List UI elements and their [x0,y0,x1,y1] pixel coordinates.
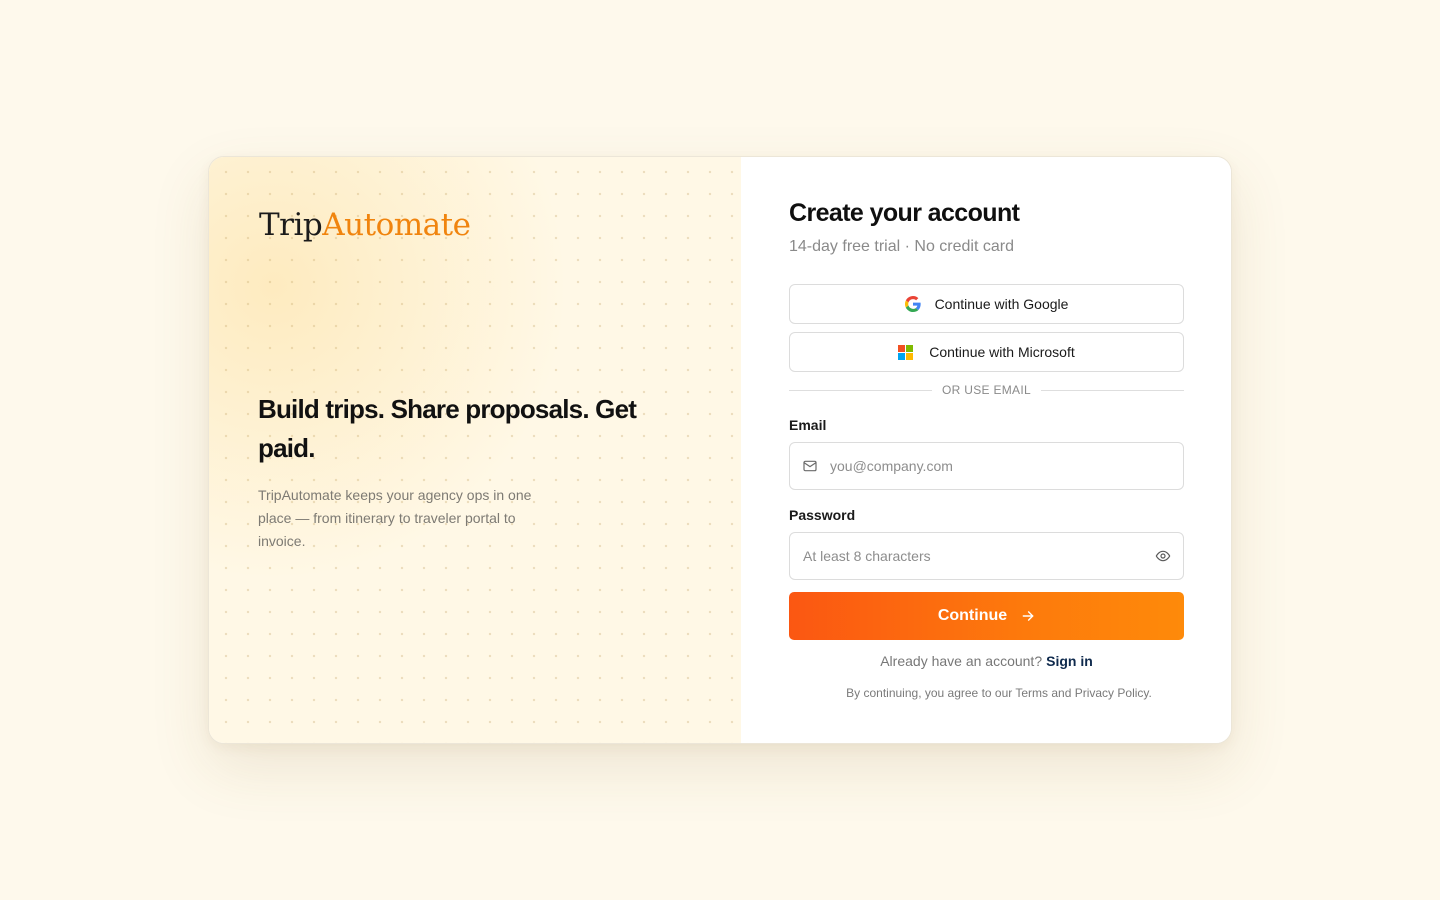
brand-name-trip: Trip [259,207,323,243]
password-field-container [789,532,1184,580]
legal-notice: By continuing, you agree to our Terms an… [846,686,1152,700]
email-label: Email [789,417,827,433]
arrow-right-icon [1021,609,1035,623]
email-field-container [789,442,1184,490]
divider-text: OR USE EMAIL [942,383,1031,397]
form-title: Create your account [789,199,1020,227]
form-subtitle: 14-day free trial · No credit card [789,238,1014,255]
continue-with-microsoft-button[interactable]: Continue with Microsoft [789,332,1184,372]
google-button-label: Continue with Google [934,296,1069,312]
signup-card: TripAutomate Build trips. Share proposal… [208,156,1232,744]
divider-line-right [1040,389,1184,391]
continue-button-label: Continue [937,607,1008,624]
password-field[interactable] [790,533,1155,579]
google-icon [904,296,921,312]
divider-line-left [789,389,933,391]
brand-logo: TripAutomate [259,207,471,243]
microsoft-button-label: Continue with Microsoft [929,344,1075,360]
eye-icon[interactable] [1155,548,1171,564]
microsoft-icon [898,344,914,360]
signin-row: Already have an account? Sign in [789,653,1184,669]
or-divider: OR USE EMAIL [789,383,1184,397]
hero-headline: Build trips. Share proposals. Get paid. [258,394,637,463]
password-label: Password [789,507,856,523]
email-field[interactable] [830,443,1183,489]
hero-panel: TripAutomate Build trips. Share proposal… [209,157,741,743]
continue-button[interactable]: Continue [789,592,1184,640]
signin-prompt: Already have an account? [880,653,1043,669]
signup-form-panel: Create your account 14-day free trial · … [741,157,1231,743]
mail-icon [802,458,818,474]
signin-link[interactable]: Sign in [1046,653,1093,669]
brand-name-automate: Automate [322,207,471,243]
hero-description: TripAutomate keeps your agency ops in on… [258,487,532,549]
continue-with-google-button[interactable]: Continue with Google [789,284,1184,324]
